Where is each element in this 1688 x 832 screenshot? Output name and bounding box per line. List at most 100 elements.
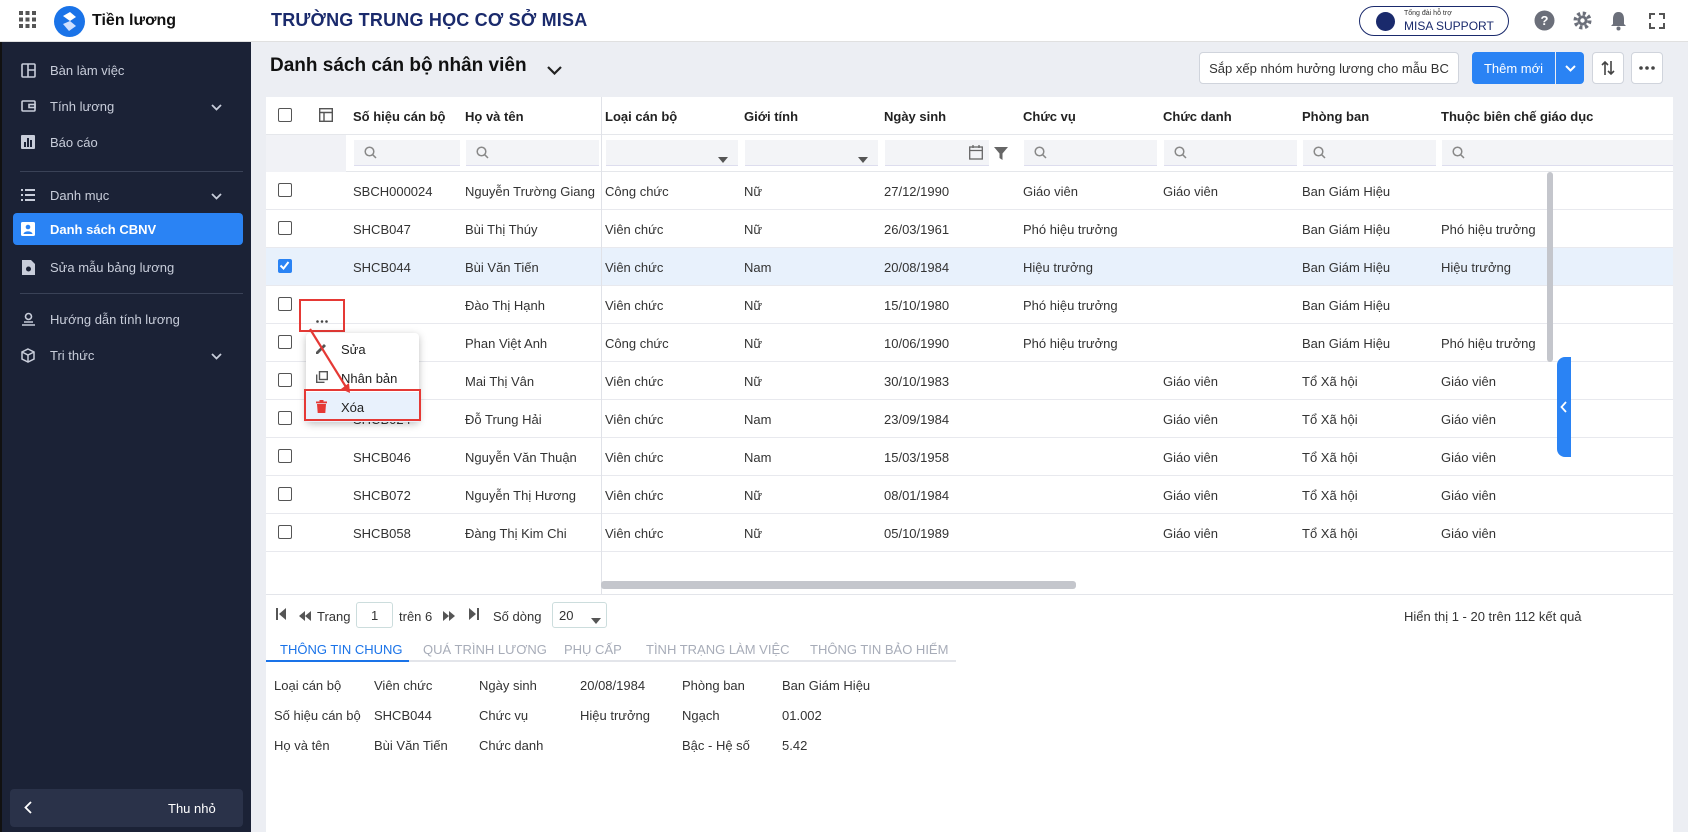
table-cell: 26/03/1961 bbox=[884, 222, 950, 237]
table-cell: Viên chức bbox=[605, 298, 664, 313]
side-panel-toggle[interactable] bbox=[1557, 357, 1571, 457]
last-page-icon[interactable] bbox=[469, 608, 479, 623]
row-checkbox[interactable] bbox=[278, 525, 292, 539]
sidebar-item-bao-cao[interactable]: Báo cáo bbox=[20, 123, 244, 161]
table-cell: Ban Giám Hiệu bbox=[1302, 298, 1391, 313]
expand-icon[interactable] bbox=[1648, 12, 1666, 30]
add-new-dropdown-button[interactable] bbox=[1556, 52, 1584, 84]
filter-icon[interactable] bbox=[994, 147, 1008, 165]
table-cell: Phó hiệu trưởng bbox=[1441, 222, 1536, 237]
col-header[interactable]: Chức vụ bbox=[1023, 109, 1076, 124]
tab-thong-tin-chung[interactable]: THÔNG TIN CHUNG bbox=[280, 642, 403, 657]
detail-label: Chức danh bbox=[479, 738, 544, 753]
row-checkbox[interactable] bbox=[278, 411, 292, 425]
svg-text:?: ? bbox=[1541, 13, 1549, 28]
row-checkbox[interactable] bbox=[278, 335, 292, 349]
tab-thong-tin-bao-hiem[interactable]: THÔNG TIN BẢO HIỂM bbox=[810, 642, 948, 657]
table-row[interactable]: SHCB044 Bùi Văn Tiến Viên chức Nam 20/08/198… bbox=[266, 248, 1673, 286]
support-label: MISA SUPPORT bbox=[1404, 19, 1494, 33]
table-row[interactable]: SHCB046 Nguyễn Văn Thuận Viên chức Nam 15/03… bbox=[266, 438, 1673, 476]
phone-icon bbox=[1376, 12, 1395, 31]
table-cell: Giáo viên bbox=[1163, 374, 1218, 389]
col-header[interactable]: Giới tính bbox=[744, 109, 798, 124]
col-header[interactable]: Loại cán bộ bbox=[605, 109, 677, 124]
filter-select[interactable] bbox=[745, 140, 878, 166]
table-row[interactable]: SHCB024Đỗ Trung HảiViên chứcNam23/09/198… bbox=[266, 400, 1673, 438]
table-row[interactable]: Đào Thị Hạnh Viên chức Nữ 15/10/1980 Phó hiệ… bbox=[266, 286, 1673, 324]
detail-value: Bùi Văn Tiến bbox=[374, 738, 448, 753]
apps-grid-icon[interactable] bbox=[19, 11, 36, 28]
table-row[interactable]: SBCH000024 Nguyễn Trường Giang Công chức Nữ… bbox=[266, 172, 1673, 210]
sort-pay-group-button[interactable]: Sắp xếp nhóm hưởng lương cho mẫu BC bbox=[1199, 52, 1459, 84]
col-header[interactable]: Ngày sinh bbox=[884, 109, 946, 124]
column-settings-icon[interactable] bbox=[318, 107, 334, 125]
table-cell: Bùi Văn Tiến bbox=[465, 260, 539, 275]
sidebar-item-huong-dan[interactable]: Hướng dẫn tính lương bbox=[20, 300, 244, 338]
filter-input[interactable] bbox=[1164, 140, 1297, 166]
table-row[interactable]: SHCB072 Nguyễn Thị Hương Viên chức Nữ 08/01/… bbox=[266, 476, 1673, 514]
support-caption: Tổng đài hỗ trợ bbox=[1404, 10, 1452, 17]
more-actions-button[interactable] bbox=[1631, 52, 1663, 84]
filter-input[interactable] bbox=[354, 140, 460, 166]
collapse-sidebar-button[interactable]: Thu nhỏ bbox=[10, 789, 243, 827]
add-new-button[interactable]: Thêm mới bbox=[1472, 52, 1555, 84]
sidebar-item-tinh-luong[interactable]: Tính lương bbox=[20, 87, 244, 125]
sidebar-item-tri-thuc[interactable]: Tri thức bbox=[20, 336, 244, 374]
tab-tinh-trang-lam-viec[interactable]: TÌNH TRẠNG LÀM VIỆC bbox=[646, 642, 790, 657]
sidebar-item-sua-mau-bang-luong[interactable]: Sửa mẫu bảng lương bbox=[20, 248, 244, 286]
filter-input[interactable] bbox=[466, 140, 599, 166]
table-row[interactable]: SHCB047 Bùi Thị Thúy Viên chức Nữ 26/03/1961… bbox=[266, 210, 1673, 248]
tab-phu-cap[interactable]: PHỤ CẤP bbox=[564, 642, 622, 657]
col-header[interactable]: Thuộc biên chế giáo dục bbox=[1441, 109, 1593, 124]
detail-value: Hiệu trưởng bbox=[580, 708, 650, 723]
col-header[interactable]: Số hiệu cán bộ bbox=[353, 109, 445, 124]
col-header[interactable]: Phòng ban bbox=[1302, 109, 1369, 124]
row-checkbox[interactable] bbox=[278, 221, 292, 235]
row-checkbox[interactable] bbox=[278, 297, 292, 311]
row-checkbox[interactable] bbox=[278, 487, 292, 501]
table-row[interactable]: SHCB012Mai Thị VânViên chứcNữ30/10/1983G… bbox=[266, 362, 1673, 400]
filter-date[interactable] bbox=[885, 140, 989, 166]
gear-icon[interactable] bbox=[1572, 10, 1593, 31]
filter-input[interactable] bbox=[1303, 140, 1436, 166]
sidebar-item-label: Danh sách CBNV bbox=[50, 221, 157, 237]
select-all-checkbox[interactable] bbox=[278, 108, 292, 122]
sidebar-item-danh-muc[interactable]: Danh mục bbox=[20, 176, 244, 214]
table-cell: Viên chức bbox=[605, 260, 664, 275]
filter-input[interactable] bbox=[1442, 140, 1673, 166]
horizontal-scrollbar[interactable] bbox=[601, 581, 1076, 589]
table-cell: 15/10/1980 bbox=[884, 298, 950, 313]
chevron-down-icon[interactable] bbox=[547, 62, 562, 80]
table-cell: Nữ bbox=[744, 222, 763, 237]
col-header[interactable]: Chức danh bbox=[1163, 109, 1232, 124]
filter-input[interactable] bbox=[1024, 140, 1157, 166]
first-page-icon[interactable] bbox=[276, 608, 286, 623]
vertical-scrollbar[interactable] bbox=[1547, 172, 1553, 362]
page-input[interactable]: 1 bbox=[356, 602, 393, 628]
support-button[interactable]: Tổng đài hỗ trợ MISA SUPPORT bbox=[1359, 6, 1509, 36]
next-page-icon[interactable] bbox=[443, 609, 455, 624]
table-cell: Đỗ Trung Hải bbox=[465, 412, 542, 427]
rows-per-page-select[interactable]: 20 bbox=[552, 602, 607, 628]
sidebar-item-ban-lam-viec[interactable]: Bàn làm việc bbox=[20, 51, 244, 89]
row-checkbox[interactable] bbox=[278, 183, 292, 197]
chevron-left-icon bbox=[24, 801, 32, 817]
table-cell: Ban Giám Hiệu bbox=[1302, 336, 1391, 351]
prev-page-icon[interactable] bbox=[299, 609, 311, 624]
tab-qua-trinh-luong[interactable]: QUÁ TRÌNH LƯƠNG bbox=[423, 642, 547, 657]
table-row[interactable]: Phan Việt Anh Công chức Nữ 10/06/1990 Phó hi… bbox=[266, 324, 1673, 362]
table-row[interactable]: SHCB058 Đàng Thị Kim Chi Viên chức Nữ 05/10/… bbox=[266, 514, 1673, 552]
sidebar-item-danh-sach-cbnv[interactable]: Danh sách CBNV bbox=[13, 213, 243, 245]
filter-select[interactable] bbox=[606, 140, 738, 166]
help-icon[interactable]: ? bbox=[1534, 10, 1555, 31]
table-cell: Giáo viên bbox=[1441, 412, 1496, 427]
misa-logo-icon bbox=[54, 6, 85, 37]
row-checkbox[interactable] bbox=[278, 449, 292, 463]
row-checkbox[interactable] bbox=[278, 373, 292, 387]
search-icon bbox=[364, 146, 377, 164]
col-header[interactable]: Họ và tên bbox=[465, 109, 524, 124]
row-checkbox[interactable] bbox=[278, 259, 292, 273]
detail-label: Phòng ban bbox=[682, 678, 745, 693]
sort-order-button[interactable] bbox=[1592, 52, 1624, 84]
bell-icon[interactable] bbox=[1609, 10, 1628, 31]
